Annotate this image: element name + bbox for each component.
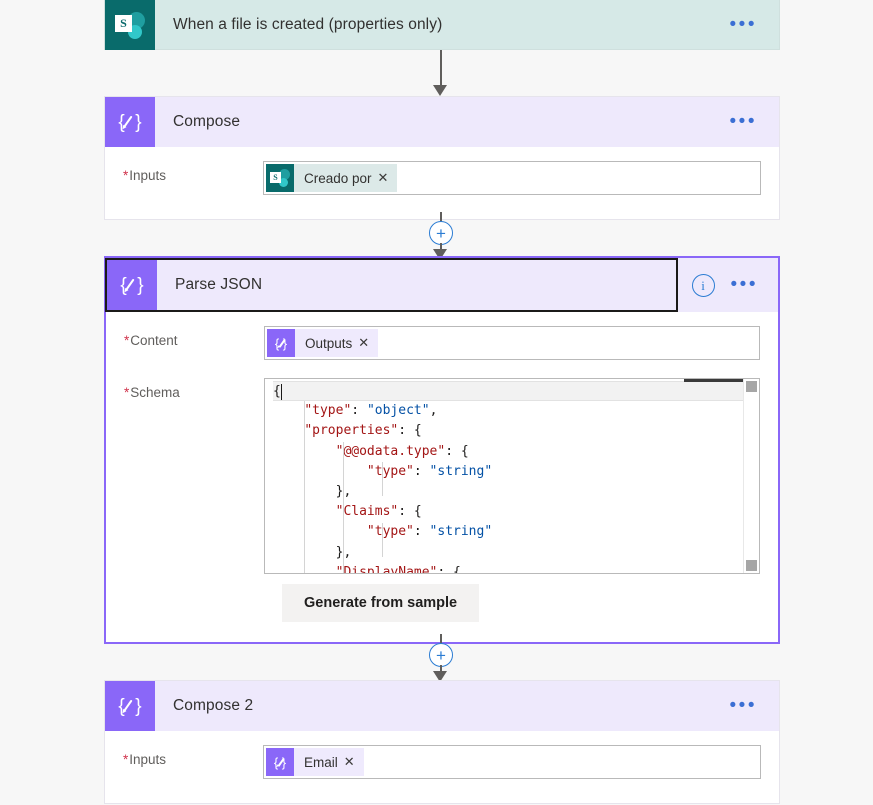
parse-json-schema-label: *Schema bbox=[124, 385, 180, 400]
code-line: }, bbox=[273, 544, 352, 560]
code-line: "properties": { bbox=[304, 423, 422, 439]
schema-code-text[interactable]: { "type": "object", "properties": { "@@o… bbox=[265, 379, 759, 574]
action-card-compose[interactable]: { } Compose ••• *Inputs S Creado por ✕ bbox=[104, 96, 780, 220]
parse-json-title-focus-region[interactable]: { } Parse JSON bbox=[105, 258, 678, 312]
parse-json-menu-button[interactable]: ••• bbox=[731, 275, 758, 294]
code-line: "type": "object", bbox=[304, 403, 438, 419]
editor-minimap-marker bbox=[684, 379, 744, 382]
data-operation-compose-icon: { } bbox=[107, 260, 157, 310]
compose2-inputs-label: *Inputs bbox=[123, 752, 167, 767]
required-asterisk: * bbox=[123, 752, 129, 767]
trigger-menu-button[interactable]: ••• bbox=[720, 15, 779, 34]
trigger-card-header[interactable]: S When a file is created (properties onl… bbox=[105, 0, 779, 50]
compose2-inputs-field[interactable]: { } Email ✕ bbox=[263, 745, 761, 779]
schema-editor-scrollbar[interactable] bbox=[743, 379, 759, 573]
code-line: { bbox=[273, 381, 743, 402]
parse-json-schema-row: *Schema { "type": "object", "properties"… bbox=[106, 374, 778, 584]
compose-inputs-label: *Inputs bbox=[123, 168, 167, 183]
info-icon[interactable]: i bbox=[691, 273, 715, 297]
required-asterisk: * bbox=[124, 385, 130, 400]
parse-json-content-field[interactable]: { } Outputs ✕ bbox=[264, 326, 760, 360]
code-line: }, bbox=[273, 483, 352, 499]
action-card-parse-json[interactable]: { } Parse JSON i ••• *Content { } Output… bbox=[104, 256, 780, 644]
compose2-menu-button[interactable]: ••• bbox=[720, 696, 779, 715]
token-chip-label: Outputs bbox=[305, 335, 353, 351]
flow-designer-canvas: S When a file is created (properties onl… bbox=[0, 0, 873, 805]
code-line: "Claims": { bbox=[335, 504, 422, 520]
parse-json-content-row: *Content { } Outputs ✕ bbox=[106, 312, 778, 374]
token-chip-outputs[interactable]: { } Outputs ✕ bbox=[267, 329, 379, 357]
trigger-title: When a file is created (properties only) bbox=[173, 16, 443, 33]
required-asterisk: * bbox=[123, 168, 129, 183]
scrollbar-thumb-top[interactable] bbox=[746, 381, 757, 392]
data-operation-compose-icon: { } bbox=[105, 97, 155, 147]
action-card-compose-2[interactable]: { } Compose 2 ••• *Inputs { } Email ✕ bbox=[104, 680, 780, 804]
code-line: "type": "string" bbox=[366, 524, 493, 540]
token-chip-creado-por[interactable]: S Creado por ✕ bbox=[266, 164, 398, 192]
scrollbar-thumb-bottom[interactable] bbox=[746, 560, 757, 571]
text-cursor bbox=[281, 384, 282, 400]
connector-parsejson-to-compose2: + bbox=[0, 634, 873, 682]
connector-compose-to-parsejson: + bbox=[0, 212, 873, 260]
compose2-card-footer bbox=[105, 793, 779, 803]
parse-json-title: Parse JSON bbox=[175, 276, 263, 293]
token-remove-icon[interactable]: ✕ bbox=[344, 754, 364, 770]
token-remove-icon[interactable]: ✕ bbox=[378, 170, 398, 186]
parse-json-header-actions: i ••• bbox=[678, 258, 778, 312]
sharepoint-icon: S bbox=[266, 164, 294, 192]
compose2-title: Compose 2 bbox=[173, 697, 254, 714]
data-operation-compose-icon: { } bbox=[105, 681, 155, 731]
connector-trigger-to-compose bbox=[0, 50, 873, 98]
generate-from-sample-button[interactable]: Generate from sample bbox=[282, 584, 480, 622]
compose-menu-button[interactable]: ••• bbox=[720, 112, 779, 131]
token-remove-icon[interactable]: ✕ bbox=[358, 335, 378, 351]
required-asterisk: * bbox=[124, 333, 130, 348]
sharepoint-icon: S bbox=[105, 0, 155, 50]
code-line: "@@odata.type": { bbox=[335, 443, 469, 459]
token-chip-label: Email bbox=[304, 754, 338, 770]
code-line: "type": "string" bbox=[366, 463, 493, 479]
trigger-card-when-a-file-is-created[interactable]: S When a file is created (properties onl… bbox=[104, 0, 780, 50]
token-chip-email[interactable]: { } Email ✕ bbox=[266, 748, 364, 776]
compose2-inputs-row: *Inputs { } Email ✕ bbox=[105, 731, 779, 793]
compose-title: Compose bbox=[173, 113, 241, 130]
compose-inputs-row: *Inputs S Creado por ✕ bbox=[105, 147, 779, 209]
compose2-card-header[interactable]: { } Compose 2 ••• bbox=[105, 681, 779, 731]
token-chip-label: Creado por bbox=[304, 170, 372, 186]
schema-code-editor[interactable]: { "type": "object", "properties": { "@@o… bbox=[264, 378, 760, 574]
code-line: "DisplayName": { bbox=[335, 564, 461, 574]
parse-json-content-label: *Content bbox=[124, 333, 178, 348]
data-operation-compose-icon: { } bbox=[266, 748, 294, 776]
sharepoint-icon-letter: S bbox=[115, 15, 132, 32]
data-operation-compose-icon: { } bbox=[267, 329, 295, 357]
add-step-button[interactable]: + bbox=[429, 643, 453, 667]
compose-card-header[interactable]: { } Compose ••• bbox=[105, 97, 779, 147]
compose-inputs-field[interactable]: S Creado por ✕ bbox=[263, 161, 761, 195]
add-step-button[interactable]: + bbox=[429, 221, 453, 245]
parse-json-card-header: { } Parse JSON i ••• bbox=[105, 258, 778, 312]
